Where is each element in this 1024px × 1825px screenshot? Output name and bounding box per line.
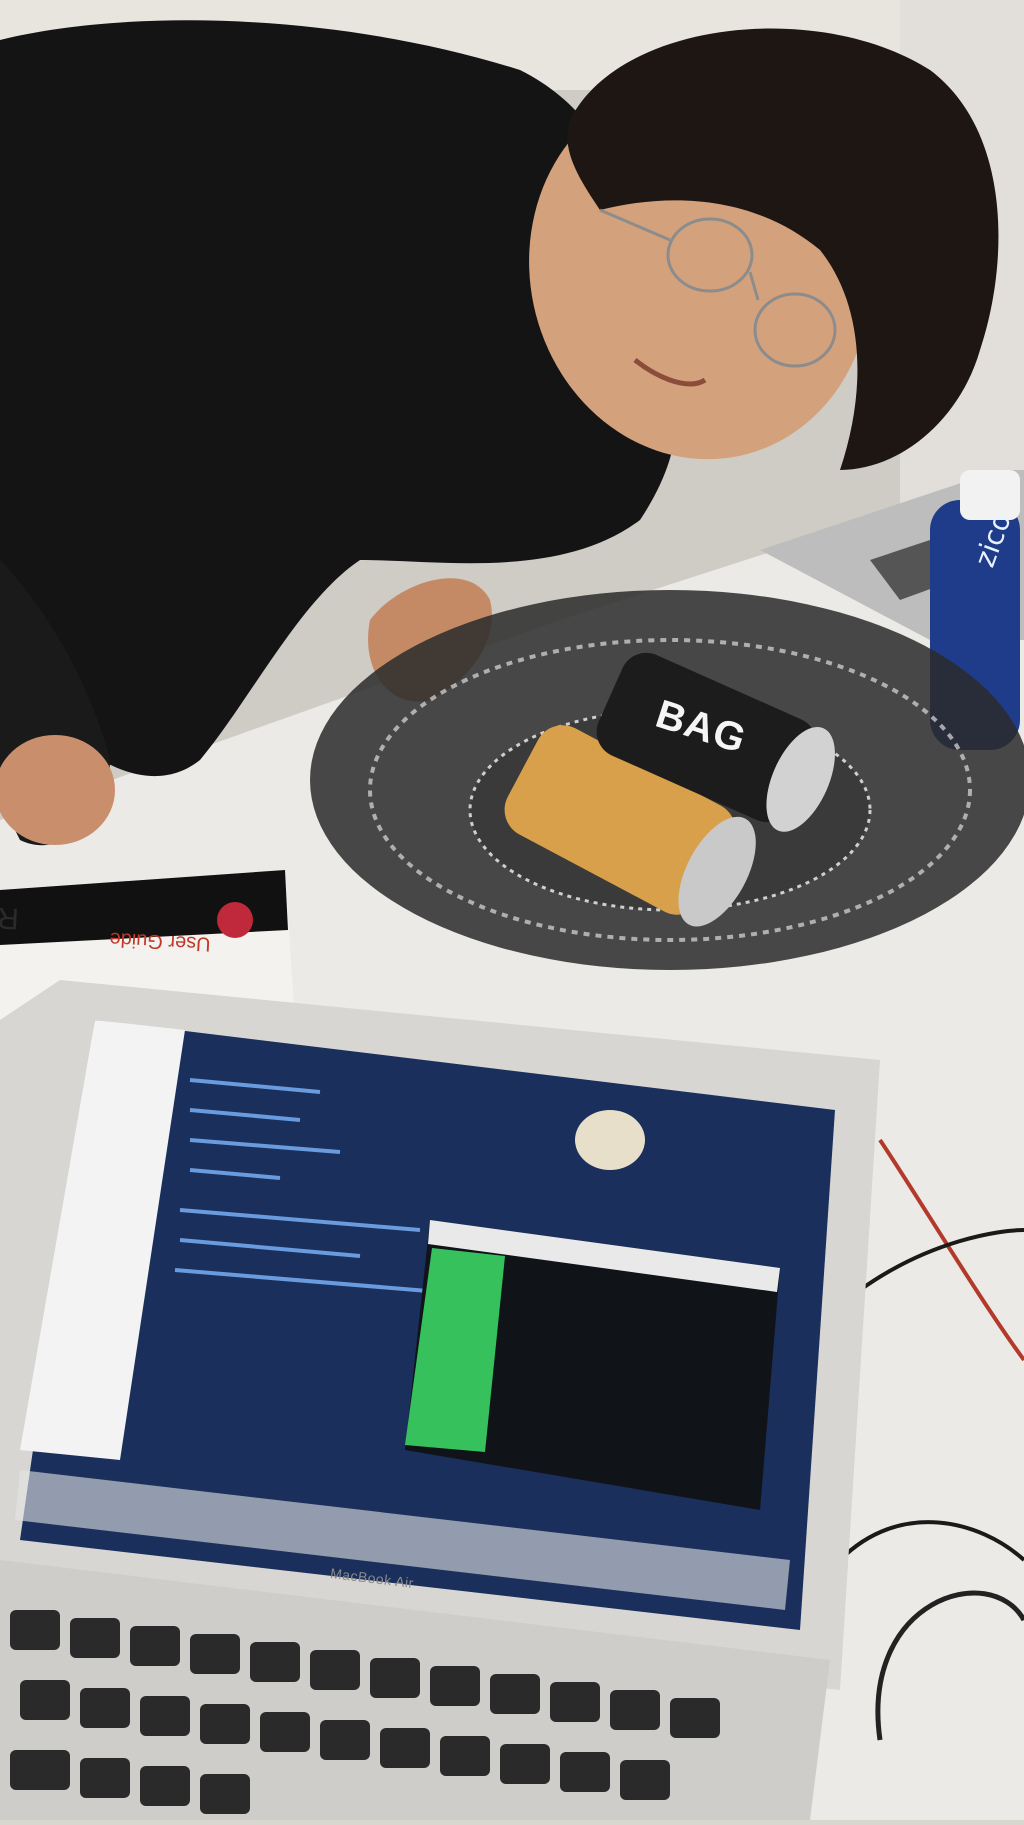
person-left-hand: [0, 735, 115, 845]
raspberry-logo-icon: [217, 902, 253, 938]
photo-illustration: [0, 0, 1024, 1820]
lamp-reflection: [575, 1110, 645, 1170]
photo-scene: Raspberry Pi User Guide BAG zico MacBook…: [0, 0, 1024, 1820]
